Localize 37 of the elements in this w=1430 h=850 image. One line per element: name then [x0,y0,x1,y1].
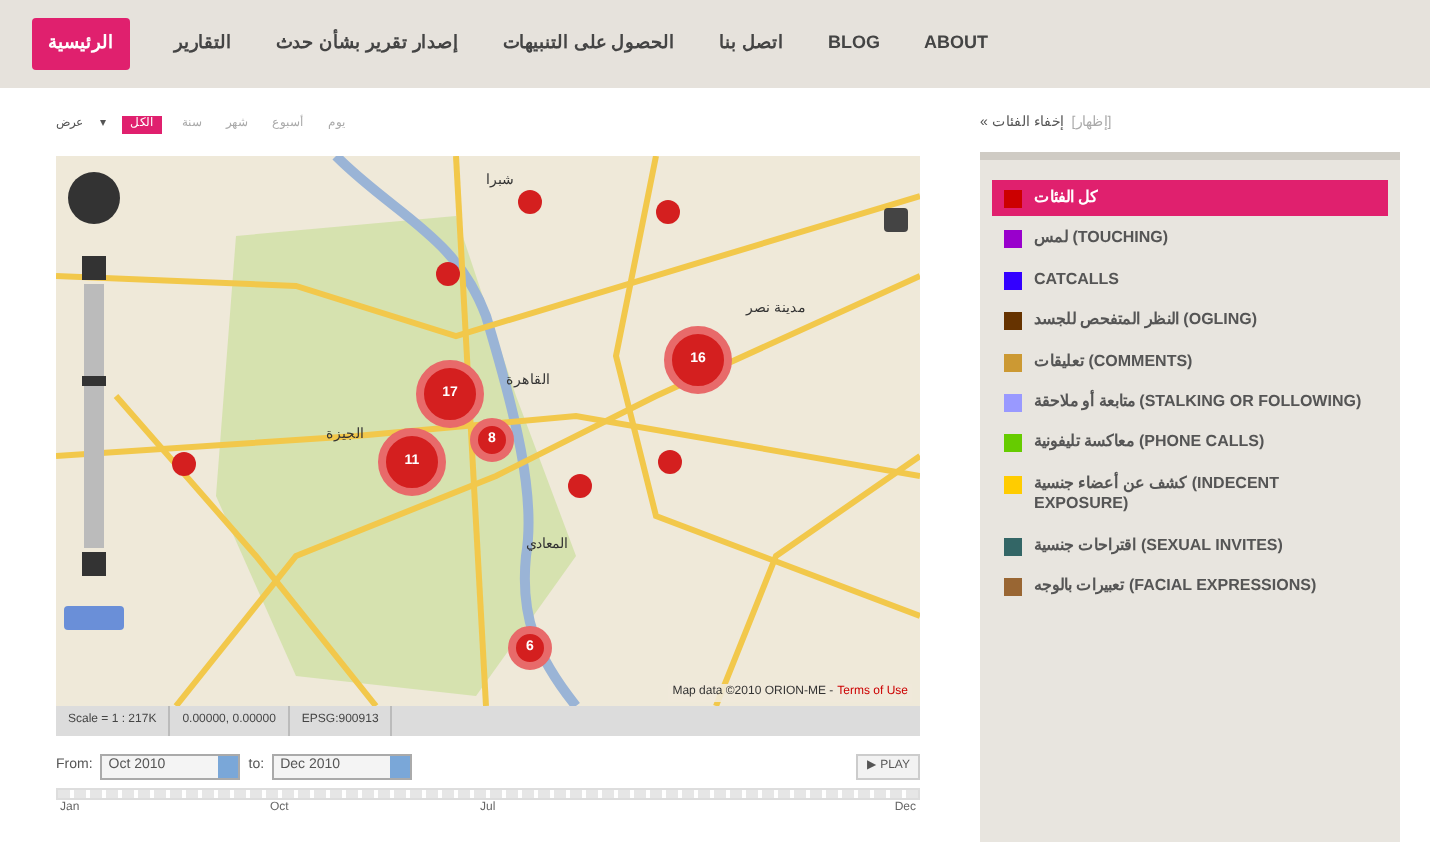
category-label: اقتراحات جنسية (SEXUAL INVITES) [1034,535,1283,556]
category-item[interactable]: متابعة أو ملاحقة (STALKING OR FOLLOWING) [992,383,1388,421]
category-label: CATCALLS [1034,269,1120,291]
category-label: متابعة أو ملاحقة (STALKING OR FOLLOWING) [1034,391,1362,413]
category-item[interactable]: النظر المتفحص للجسد (OGLING) [992,302,1388,340]
zoom-slider-thumb[interactable] [82,376,106,387]
category-item[interactable]: تعبيرات بالوجه (FACIAL EXPRESSIONS) [992,567,1388,605]
map-marker[interactable] [518,190,542,214]
map-marker[interactable] [658,450,682,474]
nav-link[interactable]: BLOG [828,30,881,58]
nav-link[interactable]: اتصل بنا [719,30,785,58]
dropdown-icon [218,756,239,778]
category-item[interactable]: معاكسة تليفونية (PHONE CALLS) [992,424,1388,462]
category-item[interactable]: CATCALLS [992,261,1388,299]
category-label: كل الفئات [1034,188,1099,209]
map-marker[interactable] [656,200,680,224]
category-label: معاكسة تليفونية (PHONE CALLS) [1034,432,1265,454]
nav-link[interactable]: الحصول على التنبيهات [503,30,676,58]
category-item[interactable]: تعليقات (COMMENTS) [992,343,1388,380]
zoom-slider[interactable] [84,284,104,548]
category-label: كشف عن أعضاء جنسية (INDECENT EXPOSURE) [1034,473,1281,516]
nav-link[interactable]: الرئيسية [32,18,130,70]
dropdown-icon [390,756,411,778]
category-item[interactable]: كشف عن أعضاء جنسية (INDECENT EXPOSURE) [992,465,1388,524]
nav-link[interactable]: التقارير [174,30,232,58]
layers-icon[interactable] [884,208,908,232]
category-label: تعبيرات بالوجه (FACIAL EXPRESSIONS) [1034,575,1317,597]
category-label: لمس (TOUCHING) [1034,228,1169,250]
category-item[interactable]: لمس (TOUCHING) [992,220,1388,258]
map-marker[interactable] [172,452,196,476]
category-item[interactable]: كل الفئات [992,180,1388,217]
category-label: تعليقات (COMMENTS) [1034,351,1193,372]
nav-link[interactable]: ABOUT [924,30,989,58]
category-item[interactable]: اقتراحات جنسية (SEXUAL INVITES) [992,527,1388,564]
map-marker[interactable] [568,474,592,498]
nav-link[interactable]: إصدار تقرير بشأن حدث [276,30,460,58]
category-label: النظر المتفحص للجسد (OGLING) [1034,310,1258,332]
